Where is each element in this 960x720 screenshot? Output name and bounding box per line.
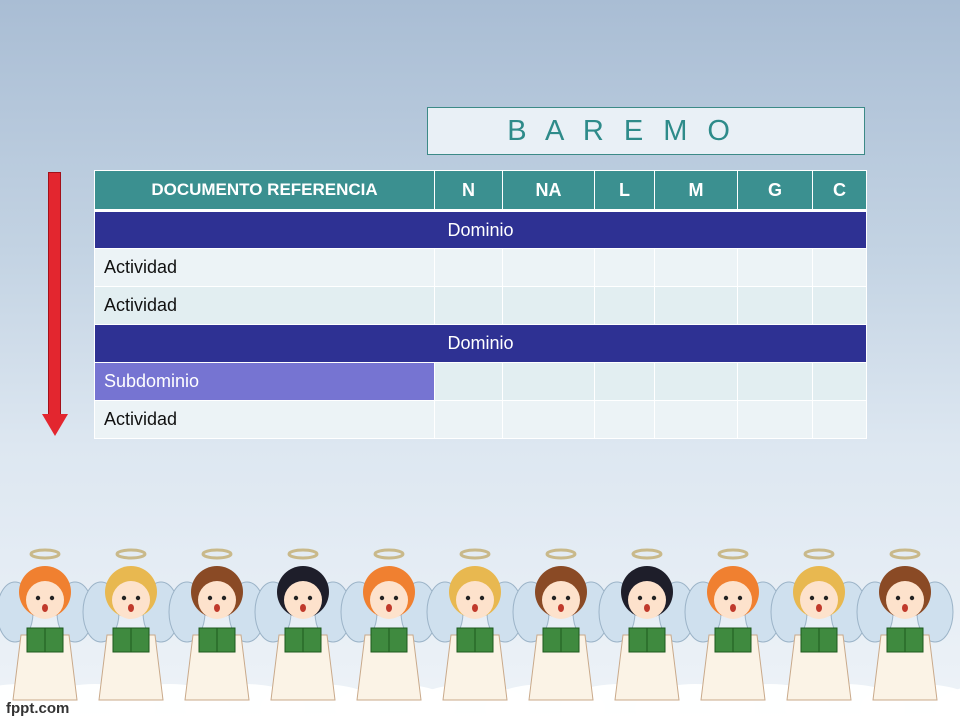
down-arrow-head: [42, 414, 68, 436]
cell-c: [812, 400, 867, 439]
down-arrow-icon: [48, 172, 61, 418]
subdomain-row: Subdominio: [94, 362, 867, 401]
cell-na: [502, 362, 595, 401]
header-l: L: [594, 170, 655, 212]
activity-row: Actividad: [94, 248, 867, 287]
cell-na: [502, 400, 595, 439]
cell-c: [812, 248, 867, 287]
cell-n: [434, 248, 503, 287]
cell-na: [502, 248, 595, 287]
header-g: G: [737, 170, 813, 212]
domain-label: Dominio: [94, 210, 867, 249]
cell-l: [594, 248, 655, 287]
cell-g: [737, 248, 813, 287]
domain-label: Dominio: [94, 324, 867, 363]
cell-g: [737, 286, 813, 325]
activity-label: Actividad: [94, 286, 435, 325]
baremo-table: DOCUMENTO REFERENCIA N NA L M G C Domini…: [94, 170, 867, 439]
cell-g: [737, 362, 813, 401]
angel-choir-illustration: [0, 548, 960, 720]
cell-c: [812, 362, 867, 401]
cell-m: [654, 248, 738, 287]
header-m: M: [654, 170, 738, 212]
cell-m: [654, 286, 738, 325]
slide-title: B A R E M O: [507, 114, 736, 147]
header-documento-referencia: DOCUMENTO REFERENCIA: [94, 170, 435, 212]
activity-row: Actividad: [94, 286, 867, 325]
cell-n: [434, 400, 503, 439]
title-box: B A R E M O: [427, 107, 865, 155]
header-c: C: [812, 170, 867, 212]
domain-row: Dominio: [94, 324, 867, 363]
activity-row: Actividad: [94, 400, 867, 439]
cell-l: [594, 400, 655, 439]
subdomain-label: Subdominio: [94, 362, 435, 401]
watermark: fppt.com: [6, 700, 70, 717]
cell-m: [654, 400, 738, 439]
activity-label: Actividad: [94, 248, 435, 287]
cell-l: [594, 286, 655, 325]
header-row: DOCUMENTO REFERENCIA N NA L M G C: [94, 170, 867, 212]
cell-na: [502, 286, 595, 325]
cell-m: [654, 362, 738, 401]
cell-n: [434, 362, 503, 401]
header-na: NA: [502, 170, 595, 212]
cell-l: [594, 362, 655, 401]
cell-c: [812, 286, 867, 325]
cell-n: [434, 286, 503, 325]
domain-row: Dominio: [94, 210, 867, 249]
cell-g: [737, 400, 813, 439]
header-n: N: [434, 170, 503, 212]
activity-label: Actividad: [94, 400, 435, 439]
